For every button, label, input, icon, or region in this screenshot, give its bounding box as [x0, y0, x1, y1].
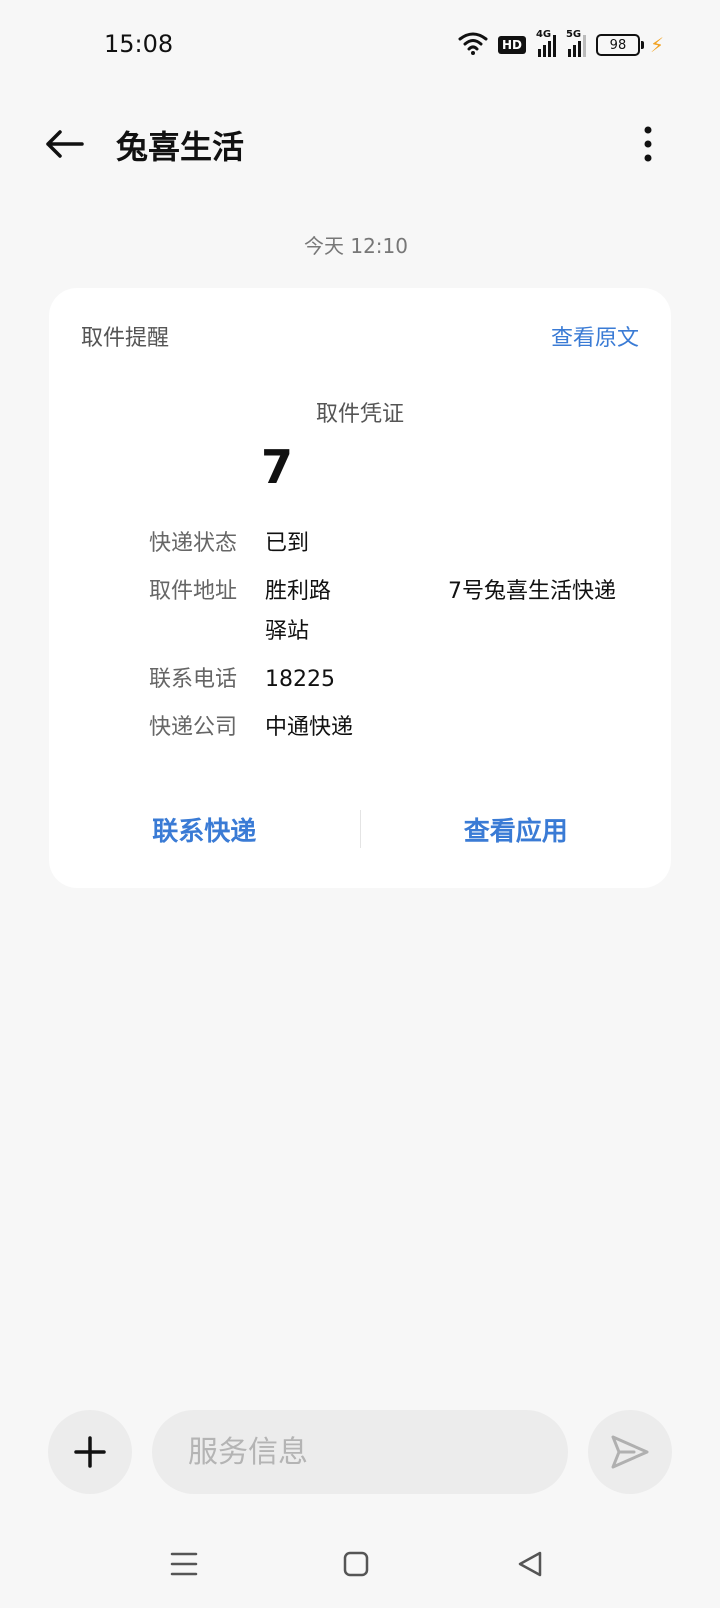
- signal-5g-icon: 5G: [566, 29, 586, 57]
- info-row-status: 快递状态 已到: [149, 524, 629, 564]
- send-icon: [611, 1435, 649, 1469]
- status-time: 15:08: [104, 30, 174, 58]
- info-value: 中通快递: [265, 715, 354, 740]
- info-label: 快递状态: [149, 531, 238, 556]
- info-value: 18225: [265, 667, 335, 692]
- voucher-label: 取件凭证: [315, 402, 404, 427]
- more-vertical-icon: [644, 126, 652, 162]
- pickup-reminder-card: 取件提醒 查看原文 取件凭证 7 快递状态 已到 取件地址 胜利路 7号兔喜生活…: [49, 288, 671, 888]
- signal-5g-label: 5G: [565, 29, 582, 40]
- home-square-icon: [343, 1551, 369, 1577]
- signal-4g-icon: 4G: [536, 29, 556, 57]
- input-bar: [0, 1410, 720, 1494]
- system-navigation-bar: [0, 1534, 720, 1594]
- charging-icon: ⚡: [649, 33, 664, 57]
- hd-voice-badge: HD: [497, 36, 526, 54]
- info-label: 快递公司: [149, 715, 238, 740]
- info-value: 已到: [265, 531, 310, 556]
- view-app-button[interactable]: 查看应用: [361, 811, 672, 848]
- back-button[interactable]: [40, 120, 88, 168]
- more-options-button[interactable]: [636, 120, 660, 168]
- back-triangle-icon: [518, 1551, 542, 1577]
- info-row-company: 快递公司 中通快递: [149, 708, 629, 748]
- message-timestamp: 今天 12:10: [304, 234, 408, 258]
- info-row-address: 取件地址 胜利路 7号兔喜生活快递驿站: [149, 572, 629, 652]
- view-original-link[interactable]: 查看原文: [551, 320, 639, 352]
- voucher-code: 7: [261, 440, 294, 494]
- plus-icon: [74, 1436, 106, 1468]
- menu-lines-icon: [170, 1552, 198, 1576]
- info-label: 取件地址: [149, 579, 238, 604]
- add-attachment-button[interactable]: [48, 1410, 132, 1494]
- back-nav-button[interactable]: [508, 1542, 552, 1586]
- info-value: 胜利路 7号兔喜生活快递驿站: [265, 579, 616, 644]
- header: 兔喜生活: [0, 108, 720, 180]
- signal-4g-label: 4G: [535, 29, 552, 40]
- info-rows: 快递状态 已到 取件地址 胜利路 7号兔喜生活快递驿站 联系电话 18225 快…: [149, 524, 629, 756]
- home-button[interactable]: [334, 1542, 378, 1586]
- page-title: 兔喜生活: [116, 128, 245, 166]
- recent-apps-button[interactable]: [162, 1542, 206, 1586]
- battery-icon: 98: [595, 34, 644, 56]
- info-row-phone: 联系电话 18225: [149, 660, 629, 700]
- send-button[interactable]: [588, 1410, 672, 1494]
- info-label: 联系电话: [149, 667, 238, 692]
- status-bar: 15:08 HD 4G 5G 98 ⚡: [0, 0, 720, 90]
- card-type-label: 取件提醒: [81, 326, 170, 351]
- wifi-icon: [458, 31, 488, 59]
- message-input[interactable]: [152, 1410, 568, 1494]
- back-arrow-icon: [46, 130, 84, 158]
- contact-courier-button[interactable]: 联系快递: [49, 811, 360, 848]
- status-icons: HD 4G 5G 98 ⚡: [458, 29, 664, 60]
- battery-level: 98: [609, 37, 627, 53]
- card-actions: 联系快递 查看应用: [49, 806, 671, 852]
